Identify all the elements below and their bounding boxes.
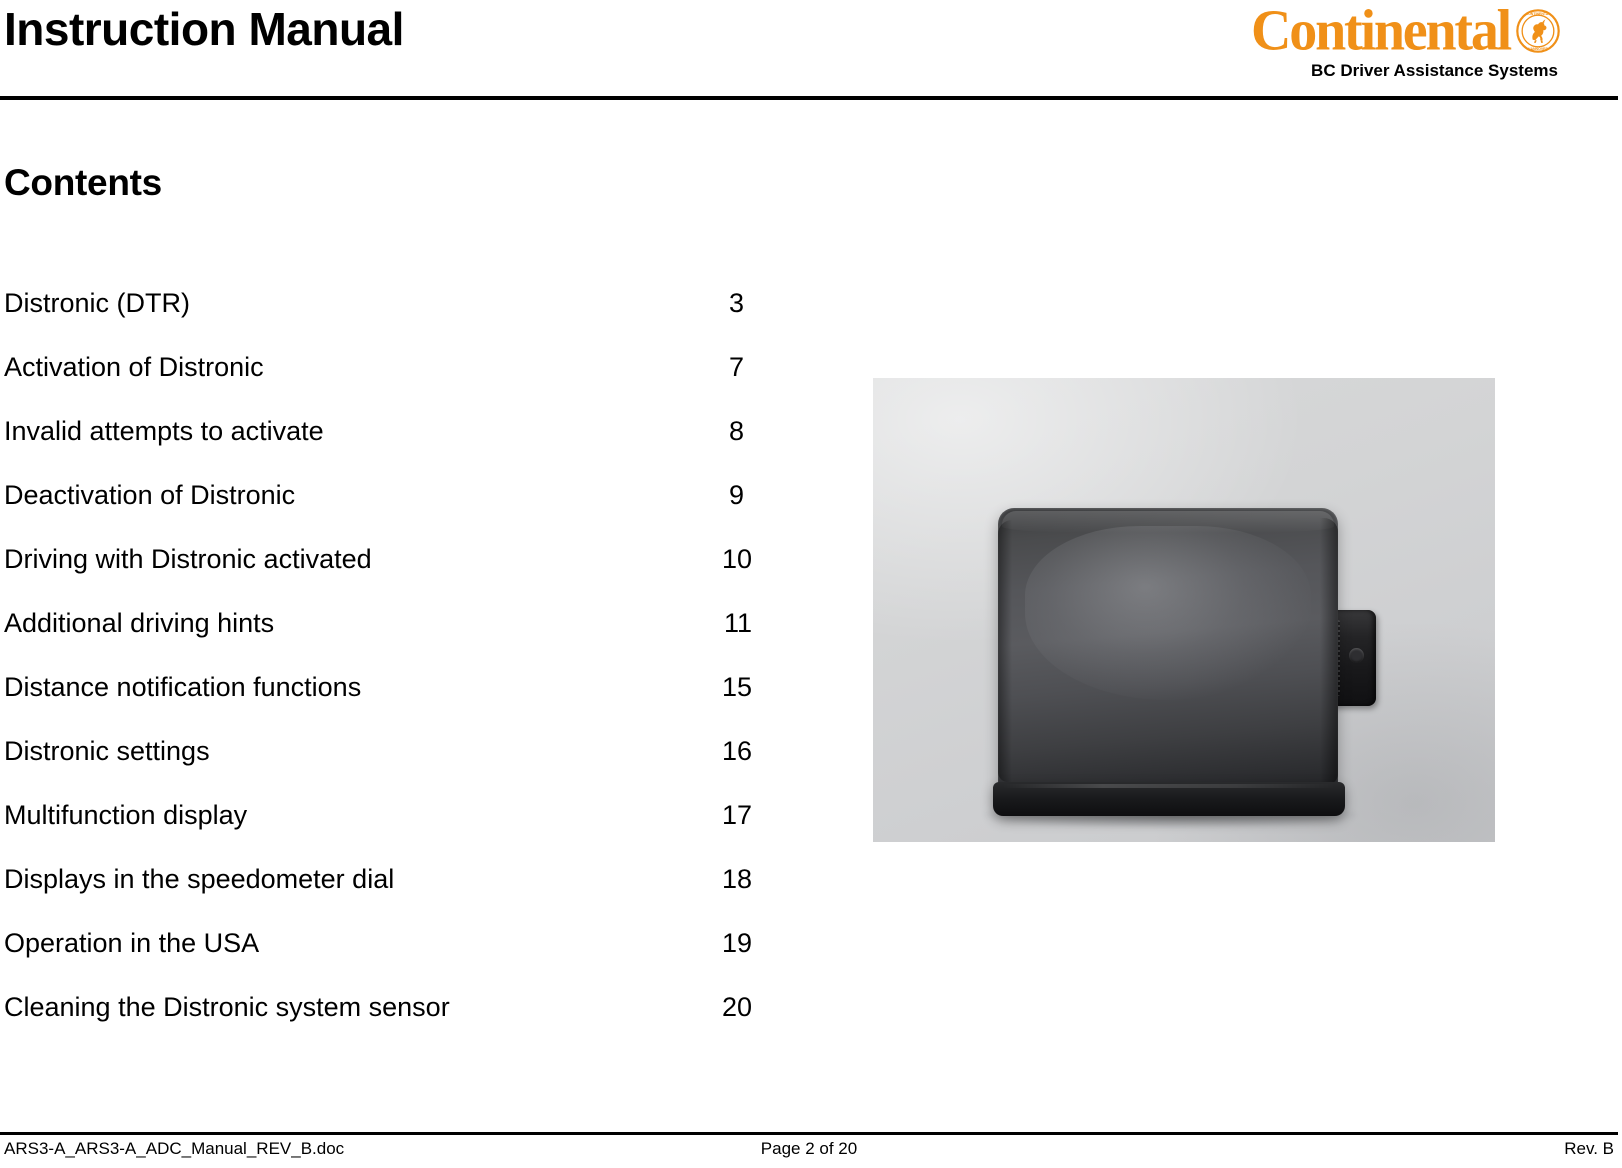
toc-entry[interactable]: Activation of Distronic 7: [0, 353, 760, 417]
toc-entry-label: Activation of Distronic: [4, 352, 264, 382]
table-of-contents: Distronic (DTR) 3 Activation of Distroni…: [0, 289, 760, 1057]
document-page: Instruction Manual Continental CONTINENT…: [0, 0, 1622, 1168]
toc-entry-page: 8: [728, 416, 744, 446]
toc-entry-page: 3: [728, 288, 744, 318]
toc-entry-page: 9: [728, 480, 744, 510]
sensor-base-highlight: [1003, 784, 1335, 788]
sensor-housing-top-edge: [1002, 511, 1334, 533]
footer-divider: [0, 1132, 1618, 1135]
sensor-housing-sheen: [1025, 526, 1311, 700]
toc-entry-label: Distronic (DTR): [4, 288, 190, 318]
toc-entry-label: Displays in the speedometer dial: [4, 864, 395, 894]
toc-entry[interactable]: Multifunction display 17: [0, 801, 760, 865]
toc-entry[interactable]: Distronic settings 16: [0, 737, 760, 801]
toc-entry[interactable]: Operation in the USA 19: [0, 929, 760, 993]
toc-entry-label: Distronic settings: [4, 736, 210, 766]
svg-text:HANNOVER: HANNOVER: [1528, 47, 1549, 51]
brand-logo-row: Continental CONTINENTAL HANNOVER: [1100, 2, 1560, 60]
toc-entry-label: Invalid attempts to activate: [4, 416, 324, 446]
brand-block: Continental CONTINENTAL HANNOVER BC Driv…: [1100, 2, 1560, 81]
header-divider: [0, 96, 1618, 100]
toc-entry[interactable]: Distance notification functions 15: [0, 673, 760, 737]
toc-entry-page: 20: [721, 992, 752, 1022]
contents-heading: Contents: [4, 162, 162, 203]
toc-entry-label: Multifunction display: [4, 800, 248, 830]
svg-text:CONTINENTAL: CONTINENTAL: [1526, 12, 1552, 16]
document-title: Instruction Manual: [4, 3, 404, 55]
toc-entry-label: Operation in the USA: [4, 928, 260, 958]
page-footer: ARS3-A_ARS3-A_ADC_Manual_REV_B.doc Page …: [0, 1139, 1618, 1165]
toc-entry-page: 19: [721, 928, 752, 958]
toc-entry-label: Cleaning the Distronic system sensor: [4, 992, 450, 1022]
toc-entry-page: 16: [721, 736, 752, 766]
continental-horse-emblem-icon: CONTINENTAL HANNOVER: [1516, 9, 1560, 53]
toc-entry[interactable]: Additional driving hints 11: [0, 609, 760, 673]
sensor-housing-right-edge: [1320, 518, 1338, 784]
toc-entry-label: Distance notification functions: [4, 672, 362, 702]
toc-entry-label: Driving with Distronic activated: [4, 544, 372, 574]
toc-entry-page: 11: [723, 608, 752, 638]
toc-entry-label: Additional driving hints: [4, 608, 275, 638]
sensor-housing: [998, 508, 1338, 808]
sensor-base-flange: [993, 782, 1345, 816]
toc-entry-page: 18: [721, 864, 752, 894]
toc-entry-label: Deactivation of Distronic: [4, 480, 296, 510]
toc-entry[interactable]: Driving with Distronic activated 10: [0, 545, 760, 609]
sensor-housing-left-edge: [998, 520, 1012, 782]
footer-revision: Rev. B: [1564, 1139, 1614, 1158]
toc-entry[interactable]: Displays in the speedometer dial 18: [0, 865, 760, 929]
toc-entry-page: 10: [721, 544, 752, 574]
toc-entry-page: 15: [721, 672, 752, 702]
toc-entry-page: 17: [721, 800, 752, 830]
toc-entry[interactable]: Distronic (DTR) 3: [0, 289, 760, 353]
toc-entry[interactable]: Cleaning the Distronic system sensor 20: [0, 993, 760, 1057]
page-header: Instruction Manual Continental CONTINENT…: [0, 0, 1622, 102]
continental-wordmark: Continental: [1251, 0, 1512, 64]
toc-entry-page: 7: [728, 352, 744, 382]
toc-entry[interactable]: Invalid attempts to activate 8: [0, 417, 760, 481]
footer-page-indicator: Page 2 of 20: [760, 1139, 858, 1158]
brand-subtitle: BC Driver Assistance Systems: [1311, 61, 1558, 80]
distronic-radar-sensor-photo: [873, 378, 1495, 842]
toc-entry[interactable]: Deactivation of Distronic 9: [0, 481, 760, 545]
